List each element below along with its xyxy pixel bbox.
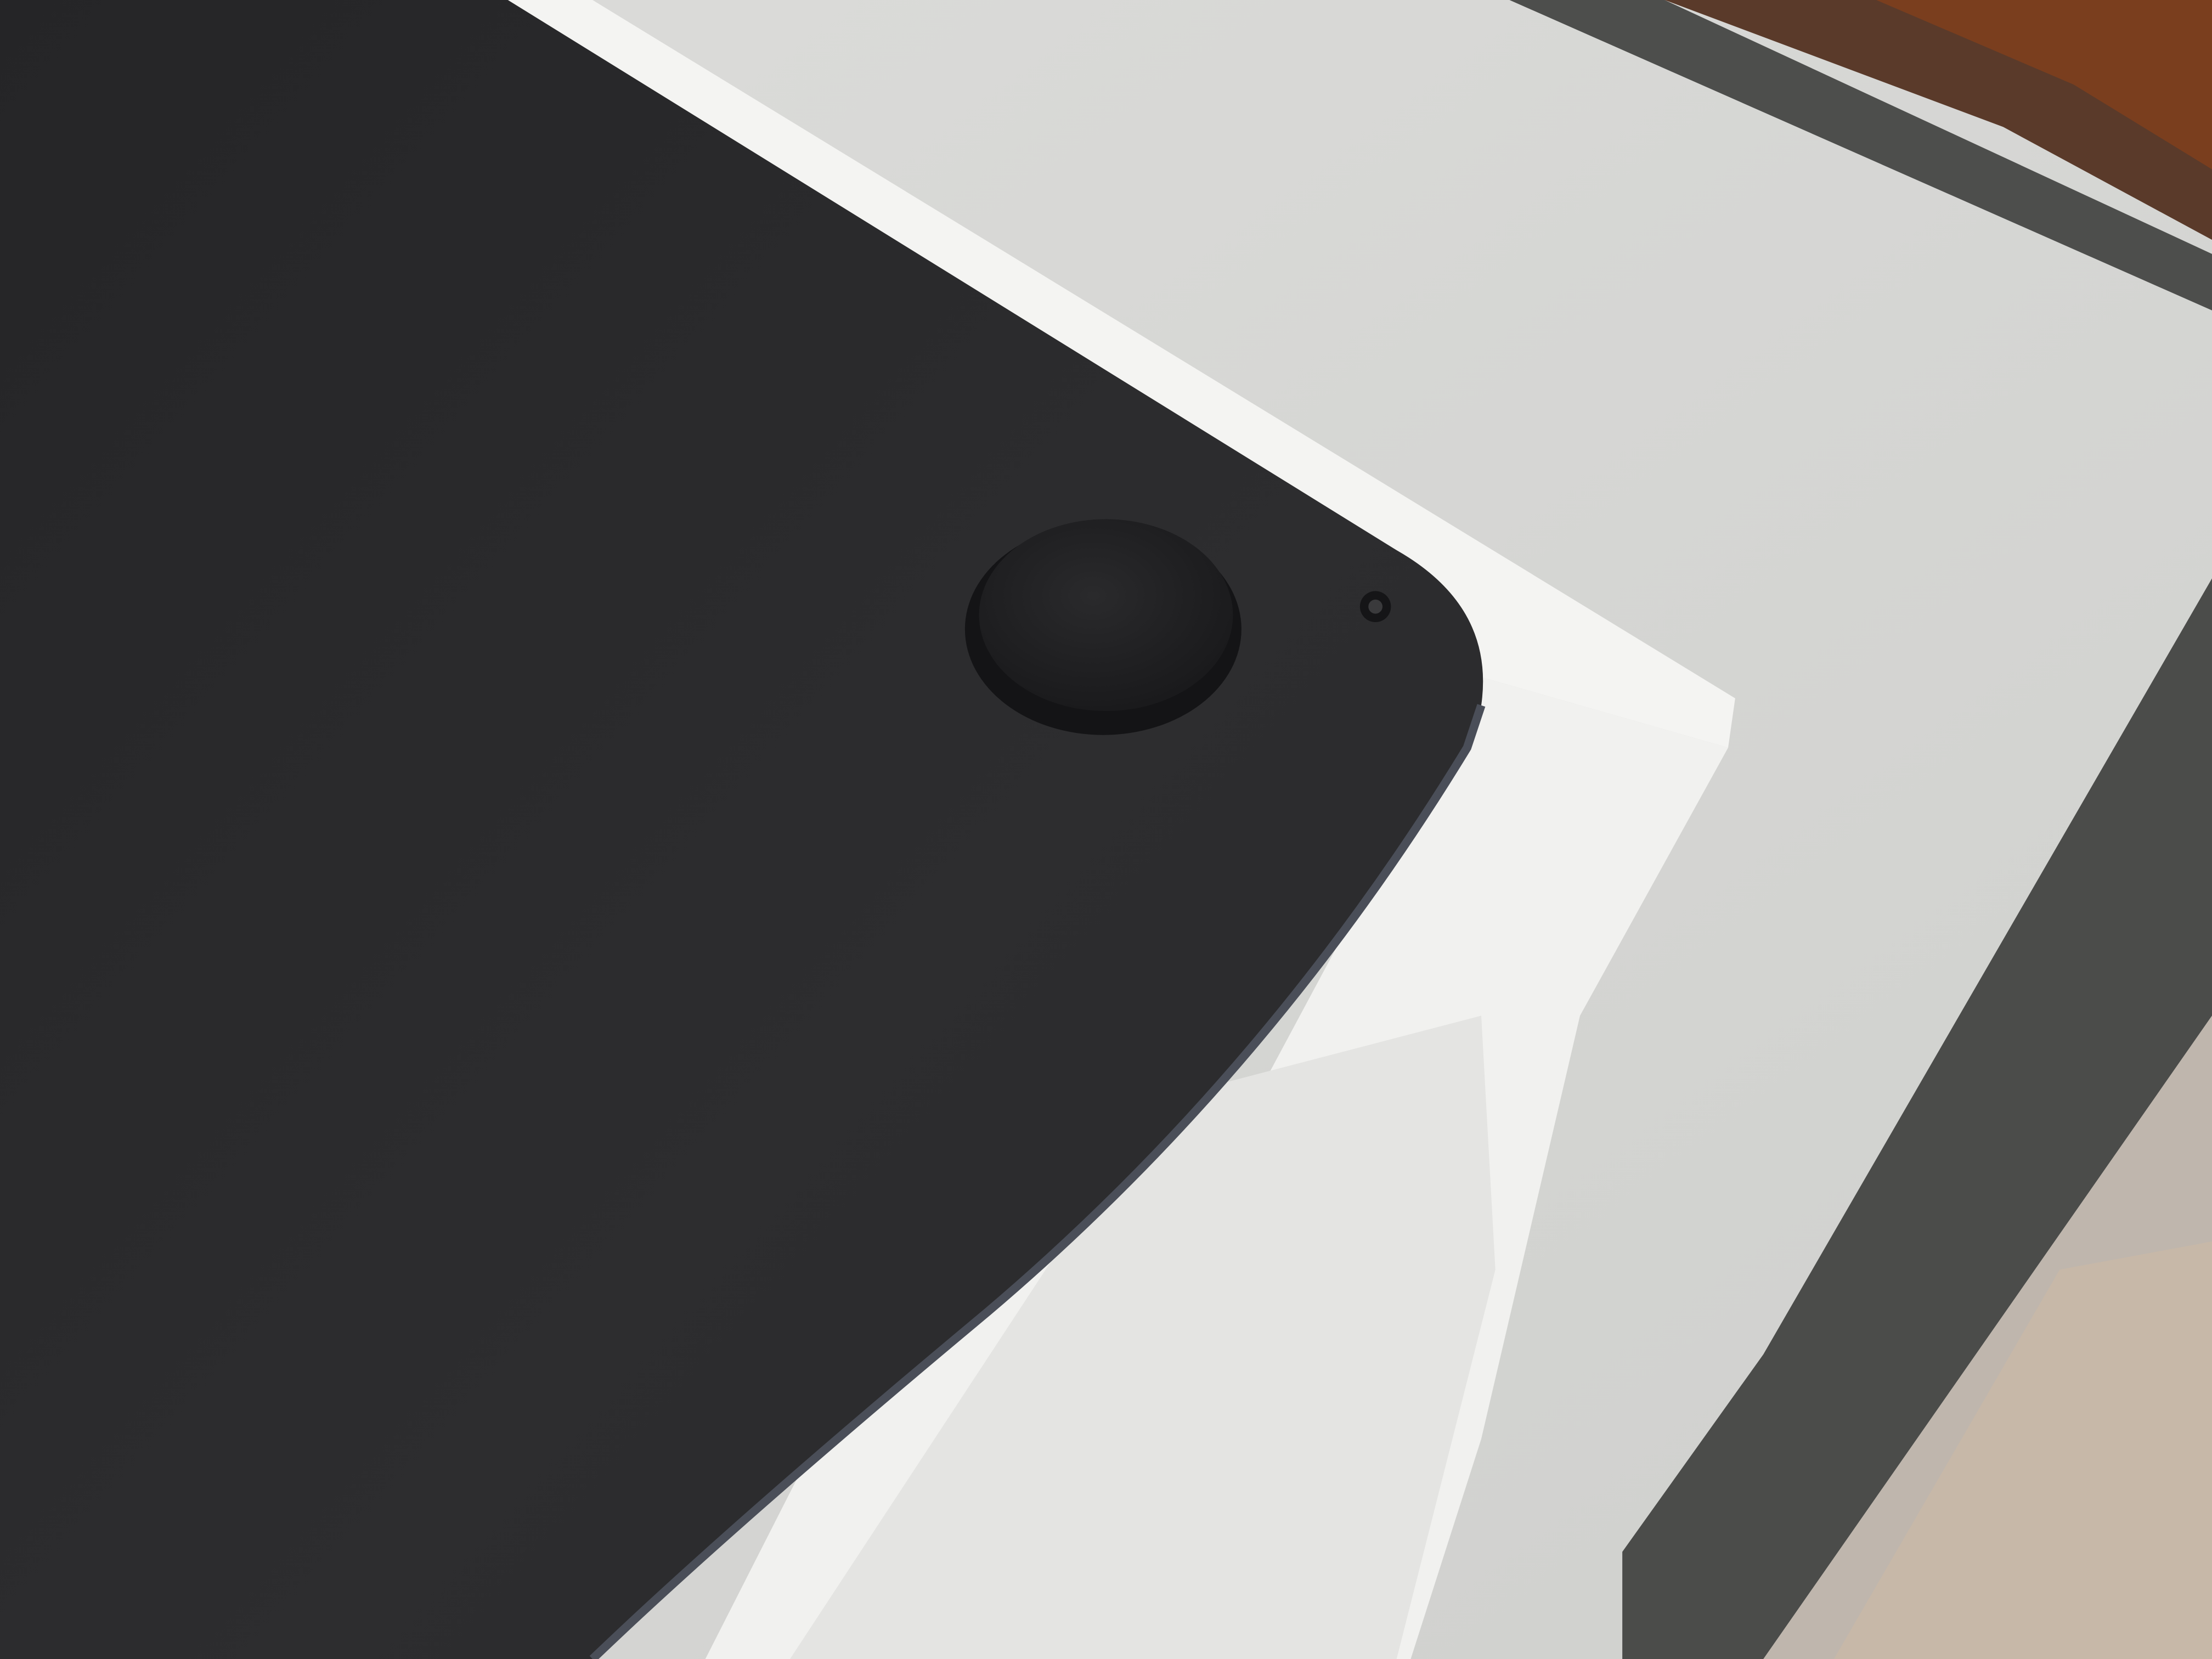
screw-head <box>1368 599 1383 614</box>
rubber-foot <box>979 519 1233 711</box>
photo-scene <box>0 0 2212 1659</box>
